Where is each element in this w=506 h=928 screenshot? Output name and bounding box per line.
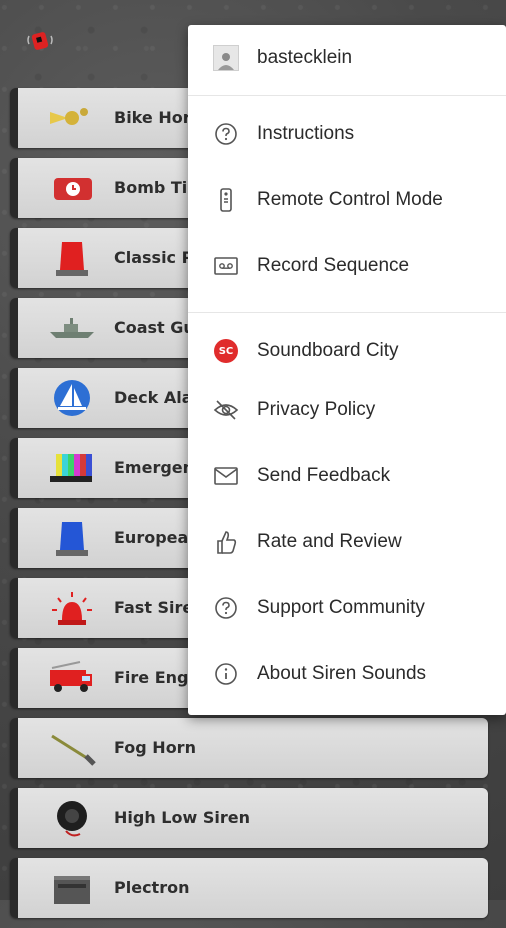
- bomb-timer-icon: [46, 166, 98, 210]
- test-pattern-icon: [46, 446, 98, 490]
- sound-label: Fog Horn: [114, 738, 196, 757]
- menu-divider: [188, 312, 506, 313]
- blue-light-icon: [46, 516, 98, 560]
- cassette-icon: [213, 253, 239, 279]
- help-circle-icon: [213, 121, 239, 147]
- speaker-siren-icon: [46, 796, 98, 840]
- menu-item-remote-control[interactable]: Remote Control Mode: [188, 172, 506, 228]
- menu-item-label: Record Sequence: [257, 255, 410, 276]
- menu-item-label: Send Feedback: [257, 465, 391, 486]
- menu-item-soundboard-city[interactable]: SC Soundboard City: [188, 323, 506, 379]
- menu-item-label: Privacy Policy: [257, 399, 376, 420]
- fire-truck-icon: [46, 656, 98, 700]
- menu-item-label: Rate and Review: [257, 531, 402, 552]
- menu-item-label: Instructions: [257, 123, 355, 144]
- sound-row[interactable]: Fog Horn: [10, 718, 488, 778]
- sound-label: Plectron: [114, 878, 190, 897]
- ship-icon: [46, 306, 98, 350]
- menu-item-about[interactable]: About Siren Sounds: [188, 646, 506, 702]
- police-light-icon: [46, 236, 98, 280]
- account-username: bastecklein: [257, 47, 353, 68]
- menu-item-label: Soundboard City: [257, 340, 399, 361]
- sound-label: High Low Siren: [114, 808, 250, 827]
- menu-item-support-community[interactable]: Support Community: [188, 580, 506, 636]
- sailboat-icon: [46, 376, 98, 420]
- thumbs-up-icon: [213, 529, 239, 555]
- red-siren-icon: [46, 586, 98, 630]
- fog-horn-icon: [46, 726, 98, 770]
- menu-item-label: Support Community: [257, 597, 425, 618]
- sound-row[interactable]: High Low Siren: [10, 788, 488, 848]
- menu-item-privacy-policy[interactable]: Privacy Policy: [188, 382, 506, 438]
- info-icon: [213, 661, 239, 687]
- mail-icon: [213, 463, 239, 489]
- app-siren-icon[interactable]: [26, 26, 54, 54]
- menu-item-rate-review[interactable]: Rate and Review: [188, 514, 506, 570]
- menu-item-instructions[interactable]: Instructions: [188, 106, 506, 162]
- sc-logo: SC: [213, 338, 239, 364]
- radio-icon: [46, 866, 98, 910]
- menu-item-record-sequence[interactable]: Record Sequence: [188, 238, 506, 294]
- remote-icon: [213, 187, 239, 213]
- help-circle-icon: [213, 595, 239, 621]
- menu-item-account[interactable]: bastecklein: [188, 30, 506, 86]
- menu-divider: [188, 95, 506, 96]
- menu-item-label: Remote Control Mode: [257, 189, 443, 210]
- menu-item-label: About Siren Sounds: [257, 663, 427, 684]
- avatar: [213, 45, 239, 71]
- bike-horn-icon: [46, 96, 98, 140]
- sound-row[interactable]: Plectron: [10, 858, 488, 918]
- overflow-menu: bastecklein Instructions Remote Control …: [188, 25, 506, 715]
- menu-item-send-feedback[interactable]: Send Feedback: [188, 448, 506, 504]
- eye-off-icon: [213, 397, 239, 423]
